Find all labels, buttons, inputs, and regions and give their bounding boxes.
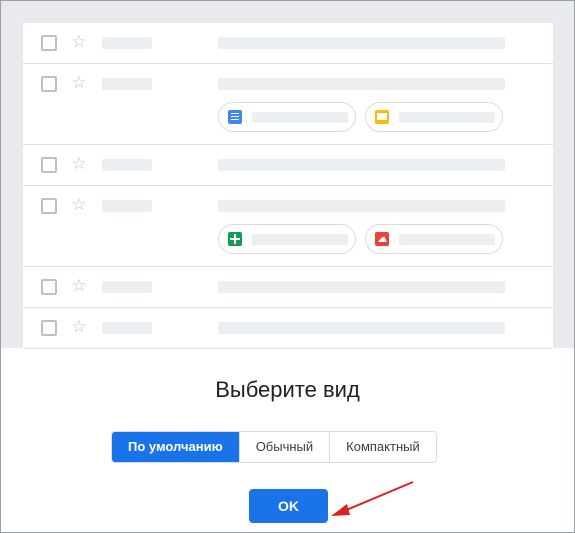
- slides-icon: [375, 110, 389, 124]
- star-icon: ☆: [71, 317, 87, 337]
- docs-icon: [228, 110, 242, 124]
- checkbox-icon: [41, 320, 57, 336]
- sender-placeholder: [102, 159, 152, 171]
- attachment-chip: [365, 102, 503, 132]
- checkbox-icon: [41, 198, 57, 214]
- density-option-group: По умолчанию Обычный Компактный: [111, 431, 437, 463]
- attachment-chip: [365, 224, 503, 254]
- option-compact[interactable]: Компактный: [329, 432, 436, 462]
- attachment-chip: [218, 224, 356, 254]
- subject-placeholder: [218, 37, 505, 49]
- checkbox-icon: [41, 279, 57, 295]
- list-item: ☆: [23, 23, 553, 64]
- subject-placeholder: [218, 200, 505, 212]
- attachment-name-placeholder: [399, 234, 495, 245]
- list-item: ☆: [23, 145, 553, 186]
- subject-placeholder: [218, 281, 505, 293]
- checkbox-icon: [41, 76, 57, 92]
- star-icon: ☆: [71, 195, 87, 215]
- sender-placeholder: [102, 37, 152, 49]
- density-dialog-screenshot: ☆ ☆ ☆ ☆ ☆ ☆ Выберите вид По умолчанию Об…: [0, 0, 575, 533]
- checkbox-icon: [41, 35, 57, 51]
- dialog-title: Выберите вид: [215, 377, 360, 402]
- list-item: ☆: [23, 64, 553, 145]
- inbox-preview-card: ☆ ☆ ☆ ☆ ☆ ☆: [23, 23, 553, 353]
- sender-placeholder: [102, 281, 152, 293]
- sheets-icon: [228, 232, 242, 246]
- option-default[interactable]: По умолчанию: [112, 432, 239, 462]
- subject-placeholder: [218, 78, 505, 90]
- sender-placeholder: [102, 78, 152, 90]
- option-comfortable[interactable]: Обычный: [238, 432, 330, 462]
- attachment-chip: [218, 102, 356, 132]
- checkbox-icon: [41, 157, 57, 173]
- attachment-name-placeholder: [399, 112, 495, 123]
- ok-button[interactable]: OK: [249, 489, 328, 523]
- list-item: ☆: [23, 308, 553, 349]
- inbox-preview: ☆ ☆ ☆ ☆ ☆ ☆: [1, 1, 574, 353]
- subject-placeholder: [218, 322, 505, 334]
- attachment-name-placeholder: [252, 112, 348, 123]
- sender-placeholder: [102, 322, 152, 334]
- subject-placeholder: [218, 159, 505, 171]
- photo-icon: [375, 232, 389, 246]
- list-item: ☆: [23, 186, 553, 267]
- sender-placeholder: [102, 200, 152, 212]
- star-icon: ☆: [71, 154, 87, 174]
- star-icon: ☆: [71, 32, 87, 52]
- list-item: ☆: [23, 267, 553, 308]
- star-icon: ☆: [71, 73, 87, 93]
- star-icon: ☆: [71, 276, 87, 296]
- attachment-name-placeholder: [252, 234, 348, 245]
